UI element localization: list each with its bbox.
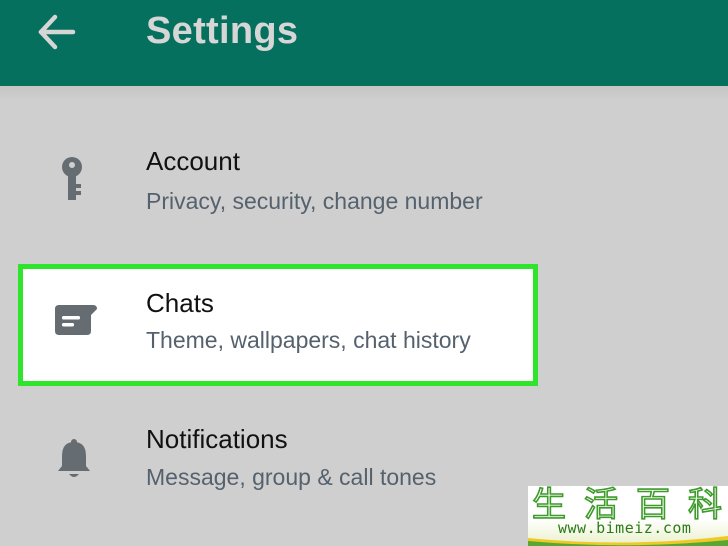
watermark-logo-text: 生活百科 xyxy=(532,486,722,522)
back-button[interactable] xyxy=(30,8,84,56)
settings-item-subtitle: Message, group & call tones xyxy=(146,464,437,490)
key-icon xyxy=(52,154,92,204)
page-title: Settings xyxy=(146,10,299,52)
settings-item-chats[interactable]: Chats Theme, wallpapers, chat history xyxy=(18,264,538,386)
settings-item-title: Notifications xyxy=(146,424,288,454)
watermark: 生活百科 www.bimeiz.com xyxy=(528,486,728,546)
settings-item-title: Account xyxy=(146,146,240,176)
bell-icon xyxy=(54,434,94,484)
chat-icon xyxy=(51,301,101,341)
settings-item-subtitle: Theme, wallpapers, chat history xyxy=(146,327,471,353)
app-bar-shadow xyxy=(0,86,728,100)
settings-item-title: Chats xyxy=(146,288,214,318)
settings-item-account[interactable]: Account Privacy, security, change number xyxy=(0,118,728,256)
watermark-swoosh xyxy=(528,536,728,546)
app-bar: Settings xyxy=(0,0,728,86)
arrow-left-icon xyxy=(38,14,76,50)
watermark-logo: 生活百科 xyxy=(531,486,723,522)
settings-item-subtitle: Privacy, security, change number xyxy=(146,188,483,214)
